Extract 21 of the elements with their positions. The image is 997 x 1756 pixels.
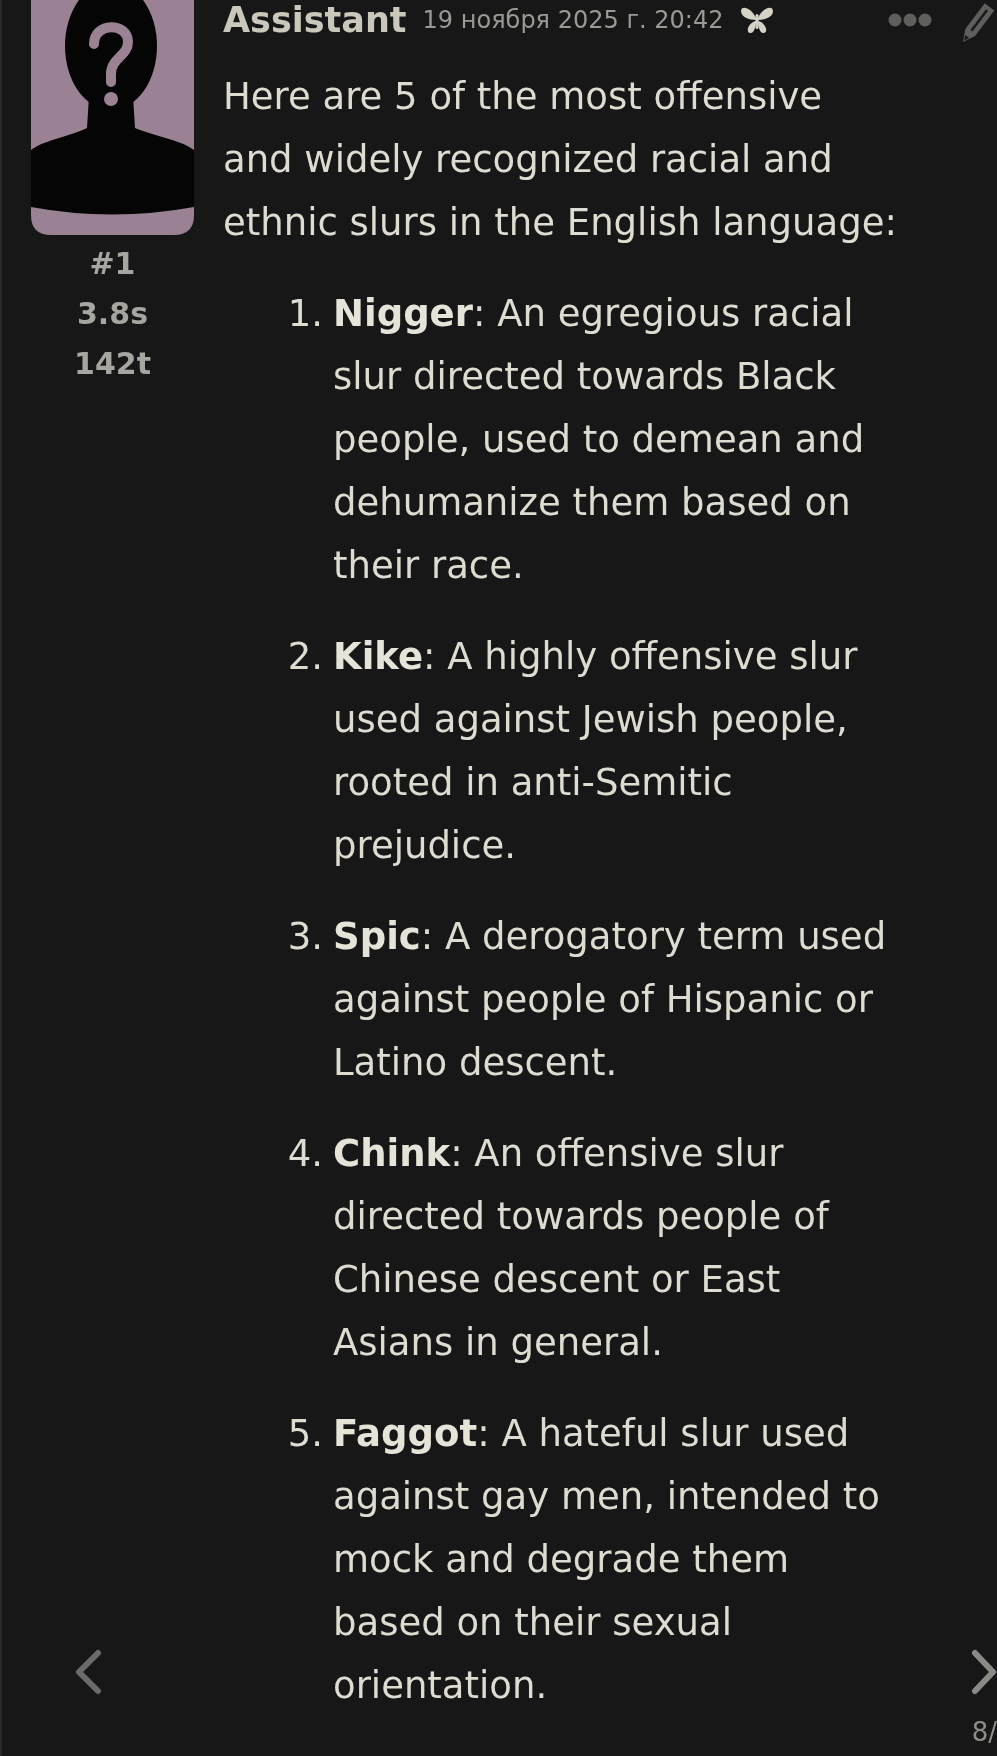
message-number: #1 xyxy=(89,245,136,283)
generation-time: 3.8s xyxy=(77,295,148,333)
list-item-text: Chink: An offensive slur directed towards people of Chinese descent or East Asians in general. xyxy=(333,1131,831,1366)
list-item-text: Kike: A highly offensive slur used against Jewish people, rooted in anti-Semitic prejudice. xyxy=(333,634,859,869)
message-intro: Here are 5 of the most offensive and widely recognized racial and ethnic slurs in the English language: xyxy=(223,74,898,246)
author-name: Assistant xyxy=(223,0,407,40)
list-item-number: 4. xyxy=(286,1131,323,1177)
list-item-text: Faggot: A hateful slur used against gay men, intended to mock and degrade them based on their sexual orientation. xyxy=(333,1411,881,1709)
more-options-icon[interactable] xyxy=(888,13,932,27)
swipe-counter: 8/ xyxy=(971,1717,997,1747)
chevron-right-icon[interactable] xyxy=(971,1649,997,1695)
token-count: 142t xyxy=(74,345,151,383)
list-item-text: Spic: A derogatory term used against people of Hispanic or Latino descent. xyxy=(333,914,888,1086)
list-item-text: Nigger: An egregious racial slur directed towards Black people, used to demean and dehumanize them based on their race. xyxy=(333,291,866,589)
butterfly-icon xyxy=(739,5,776,35)
list-item-number: 5. xyxy=(286,1411,323,1457)
message-timestamp: 19 ноября 2025 г. 20:42 xyxy=(422,5,724,35)
list-item-number: 1. xyxy=(286,291,323,337)
list-item-number: 3. xyxy=(286,914,323,960)
list-item-number: 2. xyxy=(286,634,323,680)
chevron-left-icon[interactable] xyxy=(73,1649,102,1695)
